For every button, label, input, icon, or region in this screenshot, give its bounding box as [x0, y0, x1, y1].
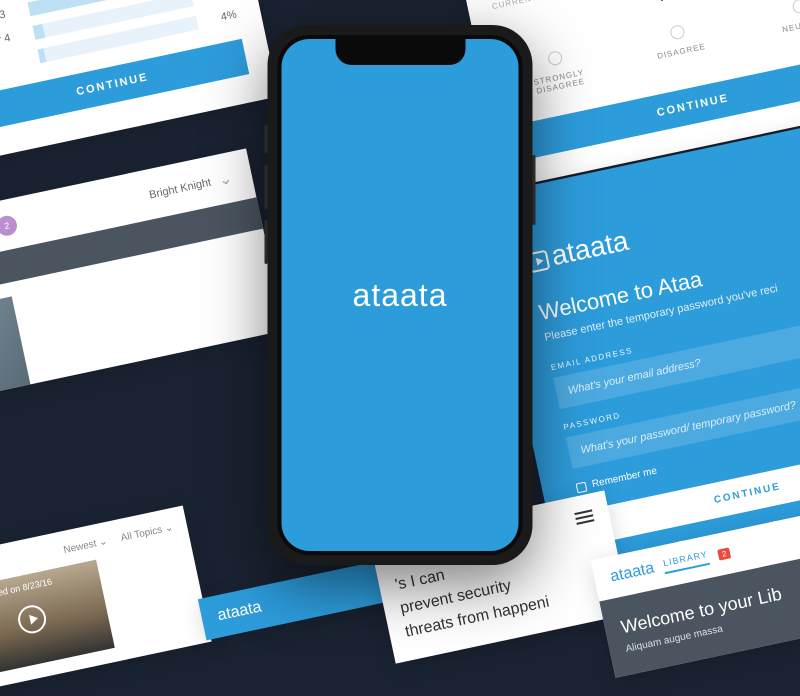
phone-volume-down	[265, 220, 268, 264]
remember-label: Remember me	[591, 466, 658, 491]
phone-screen: ataata	[282, 39, 519, 551]
radio-icon[interactable]	[792, 0, 800, 15]
survey-card: Answer 1 Answer 2 30% Answer 3 60% Answe…	[0, 0, 279, 163]
answer-pct: 4%	[206, 8, 238, 26]
brand-text: ataata	[353, 277, 448, 313]
topic-select[interactable]: All Topics ⌄	[120, 522, 174, 544]
answer-label	[0, 56, 39, 71]
likert-option[interactable]: DISAGREE	[626, 15, 733, 75]
chevron-down-icon[interactable]: ⌄	[217, 168, 234, 190]
video-thumb[interactable]: 1:28	[0, 296, 30, 413]
likert-label: NEUTRAL	[781, 16, 800, 34]
radio-icon[interactable]	[669, 24, 686, 41]
watched-label: Watched on 8/23/16	[0, 576, 53, 602]
brand-text: ataata	[216, 598, 263, 624]
likert-label: STRONGLY DISAGREE	[533, 68, 586, 96]
pill[interactable]: 2	[0, 214, 19, 238]
likert-label: DISAGREE	[656, 42, 706, 61]
play-icon[interactable]	[15, 603, 48, 636]
checkbox-icon[interactable]	[576, 481, 588, 493]
phone-notch	[335, 39, 465, 65]
sort-select[interactable]: Newest ⌄	[63, 536, 109, 556]
library-tab[interactable]: LIBRARY	[662, 549, 710, 574]
likert-option[interactable]: NEUTRAL	[749, 0, 800, 49]
answer-pct: 6%	[201, 0, 233, 3]
radio-icon[interactable]	[546, 50, 563, 67]
badge: 2	[717, 547, 731, 560]
answer-label: Answer 4	[0, 27, 35, 53]
hamburger-icon[interactable]	[574, 509, 594, 524]
watched-badge: ✓Watched on 8/23/16	[0, 575, 53, 607]
phone-volume-up	[265, 165, 268, 209]
splash-logo: ataata	[353, 277, 448, 314]
brand-text: ataata	[609, 560, 656, 587]
phone-mute-switch	[265, 125, 268, 153]
nav-label: Bright Knight	[148, 177, 212, 202]
brand-text: ataata	[549, 225, 632, 272]
video-thumb[interactable]: ✓Watched on 8/23/16	[0, 560, 115, 679]
phone-power-button	[533, 155, 536, 225]
filter-card: Newest ⌄ All Topics ⌄ ✓Watched on 8/23/1…	[0, 505, 212, 695]
answer-label: Answer 3	[0, 4, 30, 30]
nav-card: 1 7 6 8 9 2 Bright Knight ⌄ 1:28	[0, 148, 285, 417]
phone-mockup: ataata	[268, 25, 533, 565]
mini-logo-card: ataata	[198, 558, 402, 641]
